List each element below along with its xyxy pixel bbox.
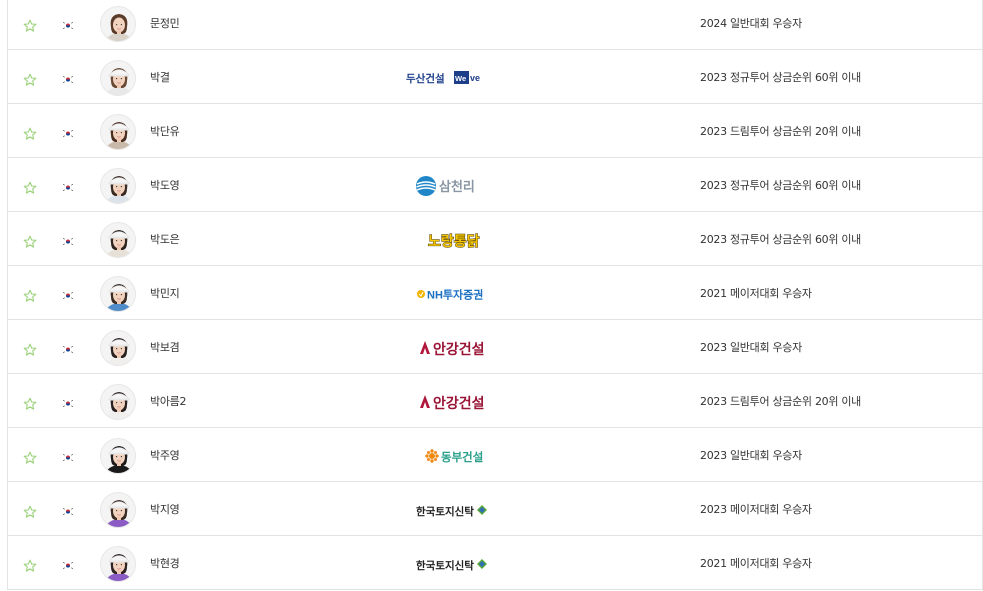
player-name[interactable]: 박현경	[150, 557, 180, 571]
player-row: 박도영 삼천리 2023 정규투어 상금순위 60위 이내	[8, 158, 982, 212]
favorite-star-icon[interactable]	[23, 342, 37, 356]
sponsor-logo	[404, 13, 494, 35]
sponsor-text: 두산건설	[406, 72, 445, 85]
korea-flag-icon	[62, 339, 74, 354]
player-avatar[interactable]	[100, 491, 136, 528]
qualification-text: 2024 일반대회 우승자	[700, 16, 802, 30]
korea-flag-icon	[62, 69, 74, 84]
player-row: 박아름2 안강건설 2023 드림투어 상금순위 20위 이내	[8, 374, 982, 428]
qualification-text: 2023 정규투어 상금순위 60위 이내	[700, 70, 861, 84]
sponsor-text: 한국토지신탁	[416, 505, 474, 518]
sponsor-logo: 삼천리	[404, 175, 494, 197]
korea-flag-icon	[62, 177, 74, 192]
player-avatar[interactable]	[100, 167, 136, 204]
sponsor-logo: 노랑통닭	[404, 229, 494, 251]
sponsor-logo: 안강건설	[404, 391, 494, 413]
korea-flag-icon	[62, 447, 74, 462]
qualification-text: 2023 드림투어 상금순위 20위 이내	[700, 394, 861, 408]
player-row: 박지영 한국토지신탁 2023 메이저대회 우승자	[8, 482, 982, 536]
player-row: 박주영 동부건설 2023 일반대회 우승자	[8, 428, 982, 482]
qualification-text: 2021 메이저대회 우승자	[700, 556, 812, 570]
qualification-text: 2023 정규투어 상금순위 60위 이내	[700, 232, 861, 246]
svg-text:We: We	[455, 74, 466, 83]
qualification-text: 2023 정규투어 상금순위 60위 이내	[700, 178, 861, 192]
favorite-star-icon[interactable]	[23, 450, 37, 464]
player-name[interactable]: 문정민	[150, 17, 180, 31]
player-name[interactable]: 박아름2	[150, 395, 186, 409]
qualification-text: 2023 일반대회 우승자	[700, 448, 802, 462]
player-avatar[interactable]	[100, 383, 136, 420]
korea-flag-icon	[62, 285, 74, 300]
korea-flag-icon	[62, 123, 74, 138]
korea-flag-icon	[62, 15, 74, 30]
player-name[interactable]: 박도은	[150, 233, 180, 247]
sponsor-logo: 안강건설	[404, 337, 494, 359]
qualification-text: 2023 드림투어 상금순위 20위 이내	[700, 124, 861, 138]
player-name[interactable]: 박단유	[150, 125, 180, 139]
sponsor-logo: 동부건설	[404, 445, 494, 467]
player-avatar[interactable]	[100, 275, 136, 312]
player-row: 박단유 2023 드림투어 상금순위 20위 이내	[8, 104, 982, 158]
favorite-star-icon[interactable]	[23, 504, 37, 518]
favorite-star-icon[interactable]	[23, 72, 37, 86]
sponsor-text: 동부건설	[441, 450, 483, 464]
player-row: 박결 두산건설 We ve 2023 정규투어 상금순위 60위 이내	[8, 50, 982, 104]
sponsor-text: NH투자증권	[427, 287, 483, 301]
sponsor-text: 삼천리	[439, 179, 475, 194]
player-row: 박현경 한국토지신탁 2021 메이저대회 우승자	[8, 536, 982, 590]
favorite-star-icon[interactable]	[23, 126, 37, 140]
sponsor-logo	[404, 121, 494, 143]
sponsor-text: 안강건설	[433, 341, 485, 357]
korea-flag-icon	[62, 393, 74, 408]
favorite-star-icon[interactable]	[23, 396, 37, 410]
svg-text:ve: ve	[470, 73, 480, 83]
korea-flag-icon	[62, 501, 74, 516]
sponsor-logo: 한국토지신탁	[404, 499, 494, 521]
player-name[interactable]: 박결	[150, 71, 170, 85]
player-avatar[interactable]	[100, 545, 136, 582]
qualification-text: 2023 메이저대회 우승자	[700, 502, 812, 516]
player-name[interactable]: 박주영	[150, 449, 180, 463]
sponsor-text: 노랑통닭	[428, 233, 480, 249]
player-row: 박보겸 안강건설 2023 일반대회 우승자	[8, 320, 982, 374]
favorite-star-icon[interactable]	[23, 180, 37, 194]
qualification-text: 2023 일반대회 우승자	[700, 340, 802, 354]
player-avatar[interactable]	[100, 113, 136, 150]
player-list: 문정민 2024 일반대회 우승자박결 두산건설 We ve 2023 정규투어 상금순위…	[7, 0, 983, 590]
player-row: 박도은 노랑통닭 2023 정규투어 상금순위 60위 이내	[8, 212, 982, 266]
player-avatar[interactable]	[100, 221, 136, 258]
player-row: 문정민 2024 일반대회 우승자	[8, 0, 982, 50]
korea-flag-icon	[62, 555, 74, 570]
korea-flag-icon	[62, 231, 74, 246]
qualification-text: 2021 메이저대회 우승자	[700, 286, 812, 300]
player-name[interactable]: 박지영	[150, 503, 180, 517]
favorite-star-icon[interactable]	[23, 234, 37, 248]
player-name[interactable]: 박보겸	[150, 341, 180, 355]
sponsor-text: 안강건설	[433, 395, 485, 411]
sponsor-logo: 두산건설 We ve	[404, 67, 494, 89]
player-avatar[interactable]	[100, 329, 136, 366]
player-row: 박민지 NH투자증권 2021 메이저대회 우승자	[8, 266, 982, 320]
player-avatar[interactable]	[100, 5, 136, 42]
player-avatar[interactable]	[100, 59, 136, 96]
sponsor-logo: 한국토지신탁	[404, 553, 494, 575]
player-avatar[interactable]	[100, 437, 136, 474]
sponsor-logo: NH투자증권	[404, 283, 494, 305]
player-name[interactable]: 박도영	[150, 179, 180, 193]
favorite-star-icon[interactable]	[23, 18, 37, 32]
favorite-star-icon[interactable]	[23, 288, 37, 302]
player-name[interactable]: 박민지	[150, 287, 180, 301]
sponsor-text: 한국토지신탁	[416, 559, 474, 572]
favorite-star-icon[interactable]	[23, 558, 37, 572]
